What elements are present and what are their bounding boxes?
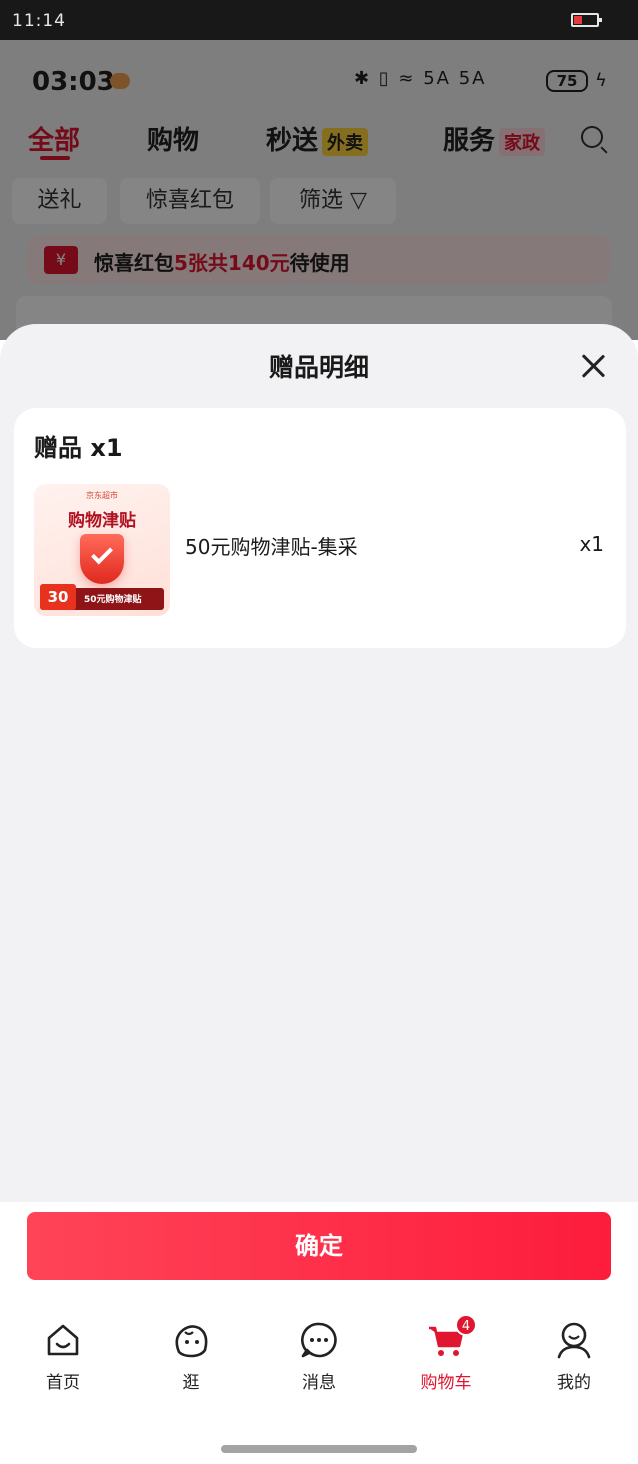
nav-item-profile[interactable]: 我的 (529, 1320, 619, 1393)
shield-check-icon (80, 534, 124, 584)
nav-label-profile: 我的 (557, 1373, 591, 1393)
nav-item-discover[interactable]: 逛 (146, 1320, 236, 1393)
confirm-button[interactable]: 确定 (27, 1212, 611, 1280)
modal-overlay[interactable] (0, 40, 638, 340)
home-icon (47, 1324, 79, 1356)
thumbnail-title: 购物津贴 (68, 511, 136, 531)
system-status-bar: 11:14 (0, 0, 638, 40)
gift-name[interactable]: 50元购物津贴-集采 (185, 531, 358, 560)
nav-label-messages: 消息 (302, 1373, 336, 1393)
home-indicator[interactable] (221, 1445, 417, 1453)
nav-item-home[interactable]: 首页 (18, 1320, 108, 1393)
nav-item-messages[interactable]: 消息 (274, 1320, 364, 1393)
thumbnail-badge-number: 30 (40, 584, 76, 610)
bottom-nav: 首页 逛 消息 4 购物车 我的 (0, 1314, 638, 1420)
close-icon[interactable] (580, 353, 606, 379)
nav-label-home: 首页 (46, 1373, 80, 1393)
gift-thumbnail[interactable]: 京东超市 购物津贴 30 50元购物津贴 (34, 484, 170, 616)
thumbnail-badge: 30 50元购物津贴 (40, 584, 164, 610)
gift-card: 赠品 x1 京东超市 购物津贴 30 50元购物津贴 50元购物津贴-集采 x1 (14, 408, 626, 648)
cart-count-badge: 4 (455, 1314, 477, 1336)
nav-item-cart[interactable]: 4 购物车 (401, 1314, 491, 1393)
gift-quantity: x1 (579, 532, 604, 556)
thumbnail-badge-text: 50元购物津贴 (84, 595, 142, 605)
nav-label-cart: 购物车 (420, 1373, 472, 1393)
sheet-title: 赠品明细 (268, 353, 369, 382)
gift-detail-sheet: 赠品明细 赠品 x1 京东超市 购物津贴 30 50元购物津贴 50元购物津贴-… (0, 324, 638, 1202)
nav-label-discover: 逛 (182, 1373, 200, 1393)
discover-icon (175, 1325, 208, 1358)
message-icon (301, 1322, 337, 1358)
battery-icon (571, 13, 602, 27)
profile-icon (557, 1322, 591, 1359)
system-time: 11:14 (12, 11, 66, 31)
gift-heading: 赠品 x1 (34, 434, 123, 462)
thumbnail-brand: 京东超市 (86, 491, 118, 500)
